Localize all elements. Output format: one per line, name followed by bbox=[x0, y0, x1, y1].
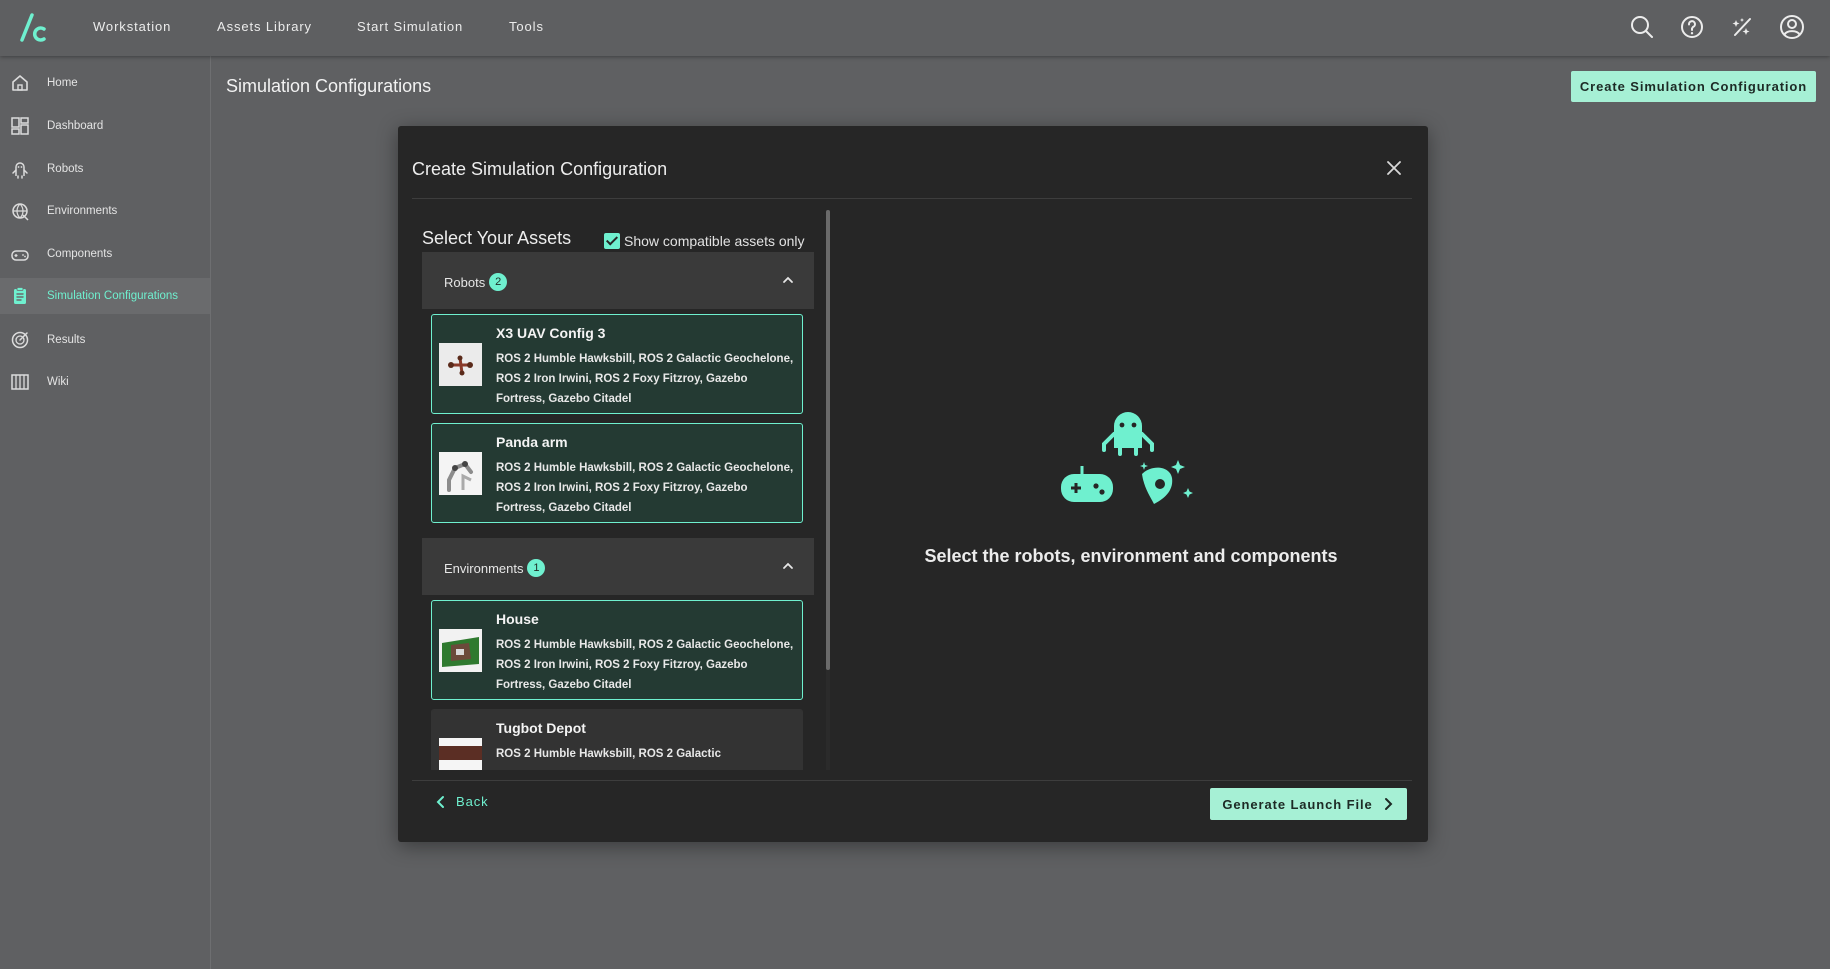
chevron-left-icon bbox=[436, 795, 444, 808]
environments-count-badge: 1 bbox=[527, 559, 546, 577]
card-description: ROS 2 Humble Hawksbill, ROS 2 Galactic G… bbox=[496, 639, 794, 691]
sidebar-item-label: Simulation Configurations bbox=[47, 290, 179, 302]
sidebar-item-robots[interactable]: Robots bbox=[0, 151, 210, 187]
chevron-right-icon bbox=[1384, 798, 1393, 810]
help-icon[interactable] bbox=[1679, 14, 1705, 40]
create-simulation-configuration-button[interactable]: Create Simulation Configuration bbox=[1571, 71, 1816, 102]
robot-thumbnail bbox=[439, 343, 482, 386]
account-icon[interactable] bbox=[1779, 14, 1805, 40]
modal-title: Create Simulation Configuration bbox=[412, 159, 668, 179]
environments-section-label: Environments 1 bbox=[444, 559, 546, 577]
card-description: ROS 2 Humble Hawksbill, ROS 2 Galactic G… bbox=[496, 462, 794, 514]
card-name: House bbox=[496, 611, 539, 627]
robot-card-x3-uav[interactable]: X3 UAV Config 3 ROS 2 Humble Hawksbill, … bbox=[431, 314, 803, 414]
card-name: X3 UAV Config 3 bbox=[496, 325, 606, 341]
divider bbox=[412, 198, 1412, 199]
top-bar: Workstation Assets Library Start Simulat… bbox=[0, 0, 1830, 56]
sidebar-item-label: Components bbox=[47, 248, 113, 260]
environments-section-header[interactable]: Environments 1 bbox=[422, 538, 814, 595]
sidebar-item-label: Environments bbox=[47, 205, 118, 217]
assets-pane[interactable]: Select Your Assets Show compatible asset… bbox=[412, 210, 830, 770]
app-logo-icon[interactable] bbox=[18, 12, 48, 44]
sidebar-item-environments[interactable]: Environments bbox=[0, 193, 210, 229]
generate-launch-file-button[interactable]: Generate Launch File bbox=[1210, 788, 1407, 820]
sidebar-item-label: Wiki bbox=[47, 376, 69, 388]
divider bbox=[412, 780, 1412, 781]
page-title: Simulation Configurations bbox=[226, 76, 432, 96]
robots-section-label: Robots 2 bbox=[444, 273, 508, 291]
generate-label: Generate Launch File bbox=[1222, 796, 1373, 812]
sidebar-item-label: Dashboard bbox=[47, 120, 104, 132]
sidebar-item-label: Robots bbox=[47, 163, 84, 175]
empty-state-message: Select the robots, environment and compo… bbox=[924, 546, 1338, 566]
robot-icon bbox=[12, 162, 28, 179]
chevron-up-icon[interactable] bbox=[781, 559, 795, 573]
assets-scrollbar-thumb[interactable] bbox=[826, 210, 830, 670]
robots-label: Robots bbox=[444, 274, 486, 290]
sidebar-item-home[interactable]: Home bbox=[0, 65, 210, 101]
search-icon[interactable] bbox=[1629, 14, 1655, 40]
clipboard-icon bbox=[14, 287, 26, 304]
back-label: Back bbox=[456, 794, 489, 809]
environment-thumbnail bbox=[439, 738, 482, 770]
environment-icon bbox=[12, 203, 29, 221]
environment-card-tugbot-depot[interactable]: Tugbot Depot ROS 2 Humble Hawksbill, ROS… bbox=[431, 709, 803, 770]
assets-title: Select Your Assets bbox=[422, 228, 572, 248]
environment-card-house[interactable]: House ROS 2 Humble Hawksbill, ROS 2 Gala… bbox=[431, 600, 803, 700]
sidebar-item-results[interactable]: Results bbox=[0, 322, 210, 358]
card-description: ROS 2 Humble Hawksbill, ROS 2 Galactic G… bbox=[496, 353, 794, 405]
card-name: Tugbot Depot bbox=[496, 720, 586, 736]
sidebar-item-dashboard[interactable]: Dashboard bbox=[0, 108, 210, 144]
robot-card-panda-arm[interactable]: Panda arm ROS 2 Humble Hawksbill, ROS 2 … bbox=[431, 423, 803, 523]
dashboard-icon bbox=[11, 117, 29, 135]
wiki-icon bbox=[11, 374, 29, 390]
nav-start-simulation[interactable]: Start Simulation bbox=[357, 19, 463, 34]
sidebar-item-wiki[interactable]: Wiki bbox=[0, 364, 210, 400]
create-simulation-modal: Create Simulation Configuration Select Y… bbox=[398, 126, 1428, 842]
sidebar-item-simulation-configurations[interactable]: Simulation Configurations bbox=[0, 278, 210, 314]
theme-toggle-icon[interactable] bbox=[1729, 14, 1755, 40]
environment-thumbnail bbox=[439, 629, 482, 672]
sidebar-item-components[interactable]: Components bbox=[0, 236, 210, 272]
nav-tools[interactable]: Tools bbox=[509, 19, 544, 34]
compatible-assets-label: Show compatible assets only bbox=[624, 233, 805, 249]
nav-workstation[interactable]: Workstation bbox=[93, 19, 171, 34]
controller-icon bbox=[11, 250, 29, 261]
chevron-up-icon[interactable] bbox=[781, 273, 795, 287]
assets-illustration-icon bbox=[1061, 412, 1193, 504]
nav-assets-library[interactable]: Assets Library bbox=[217, 19, 312, 34]
back-button[interactable]: Back bbox=[434, 794, 489, 809]
card-name: Panda arm bbox=[496, 434, 568, 450]
sidebar-item-label: Results bbox=[47, 334, 86, 346]
sidebar: Home Dashboard Robots Environments Compo… bbox=[0, 56, 211, 969]
close-icon[interactable] bbox=[1383, 157, 1405, 179]
home-icon bbox=[12, 75, 28, 91]
card-description: ROS 2 Humble Hawksbill, ROS 2 Galactic bbox=[496, 748, 721, 760]
robots-section-header[interactable]: Robots 2 bbox=[422, 252, 814, 309]
environments-label: Environments bbox=[444, 560, 524, 576]
robots-count-badge: 2 bbox=[489, 273, 508, 291]
sidebar-item-label: Home bbox=[47, 77, 78, 89]
compatible-assets-checkbox[interactable] bbox=[604, 233, 620, 249]
robot-thumbnail bbox=[439, 452, 482, 495]
compatible-assets-toggle[interactable]: Show compatible assets only bbox=[604, 233, 805, 249]
results-icon bbox=[11, 331, 29, 349]
